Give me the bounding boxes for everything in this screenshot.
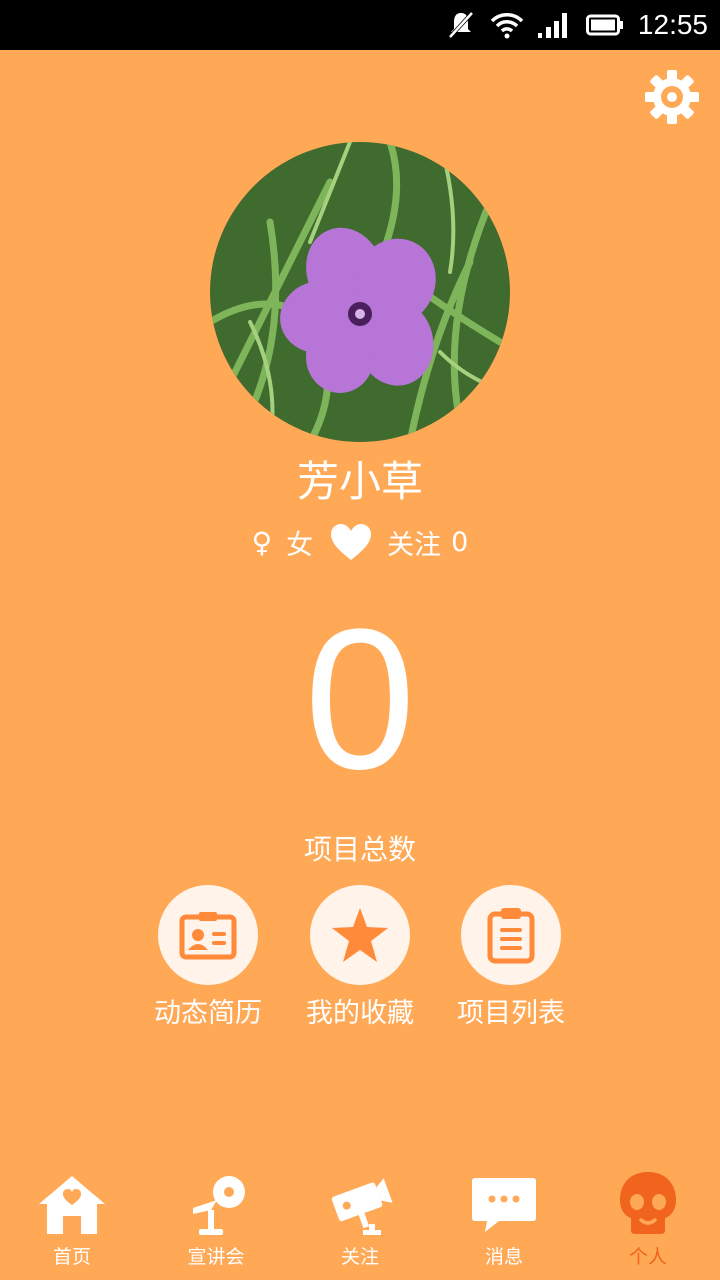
avatar-flower-image — [210, 142, 510, 442]
skull-icon — [620, 1172, 676, 1234]
action-buttons: 动态简历 我的收藏 项目列表 — [0, 885, 720, 1035]
battery-icon — [585, 14, 623, 36]
action-label: 动态简历 — [154, 998, 262, 1029]
follow-count: 0 — [451, 526, 469, 558]
resume-card-icon — [179, 912, 237, 960]
tab-label: 宣讲会 — [187, 1246, 245, 1268]
tab-messages[interactable]: 消息 — [432, 1160, 576, 1280]
action-label: 项目列表 — [457, 998, 565, 1029]
tab-label: 关注 — [340, 1246, 379, 1268]
tab-label: 消息 — [484, 1246, 523, 1268]
action-label: 我的收藏 — [306, 998, 414, 1029]
chat-bubble-icon — [472, 1178, 536, 1232]
camera-icon — [331, 1178, 393, 1235]
action-circle — [158, 885, 258, 985]
tab-label: 个人 — [628, 1246, 667, 1268]
wifi-icon — [490, 13, 524, 39]
tab-home[interactable]: 首页 — [0, 1160, 144, 1280]
home-heart-icon — [39, 1176, 105, 1234]
status-time: 12:55 — [637, 9, 708, 40]
status-bar: 12:55 — [0, 0, 720, 50]
action-circle — [310, 885, 410, 985]
follow-label[interactable]: 关注 — [387, 523, 441, 562]
profile-name: 芳小草 — [296, 457, 423, 506]
clipboard-icon — [487, 908, 535, 964]
star-icon — [332, 908, 388, 962]
tab-follow[interactable]: 关注 — [288, 1160, 432, 1280]
notifications-muted-icon — [448, 11, 474, 39]
avatar[interactable] — [210, 142, 510, 442]
project-list-button[interactable]: 项目列表 — [436, 885, 586, 1035]
microphone-icon — [193, 1176, 245, 1235]
bottom-tab-bar: 首页 宣讲会 关注 消息 个人 — [0, 1160, 720, 1280]
tab-label: 首页 — [52, 1246, 91, 1268]
signal-icon — [537, 13, 567, 38]
settings-button[interactable] — [643, 68, 701, 126]
profile-info-row: ♀ 女 关注 0 — [0, 520, 720, 564]
dynamic-resume-button[interactable]: 动态简历 — [133, 885, 283, 1035]
action-circle — [461, 885, 561, 985]
tab-profile[interactable]: 个人 — [576, 1160, 720, 1280]
project-total-count: 0 — [304, 588, 416, 811]
heart-icon — [331, 524, 372, 560]
project-total-label: 项目总数 — [303, 833, 416, 866]
gear-icon — [645, 70, 699, 124]
my-favorites-button[interactable]: 我的收藏 — [285, 885, 435, 1035]
female-icon: ♀ — [251, 525, 273, 559]
tab-seminar[interactable]: 宣讲会 — [144, 1160, 288, 1280]
gender-label: 女 — [286, 529, 314, 561]
